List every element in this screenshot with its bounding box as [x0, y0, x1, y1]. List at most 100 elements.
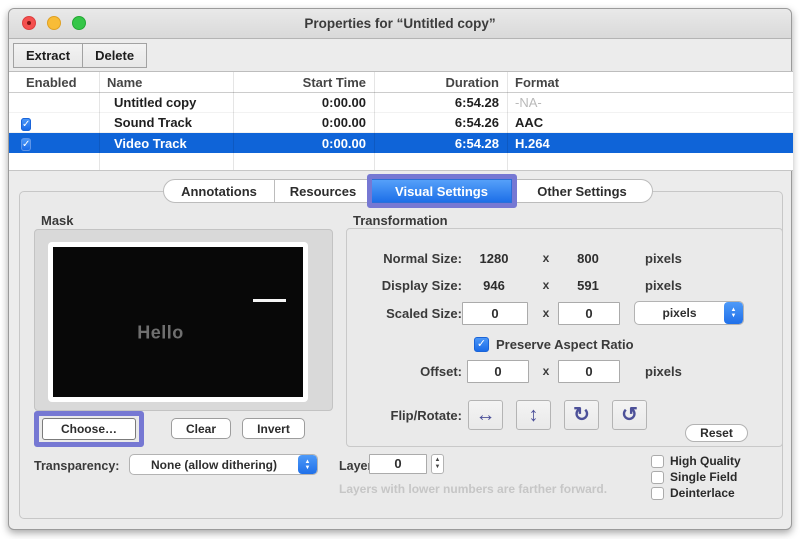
display-size-label: Display Size: [381, 278, 462, 293]
duration: 6:54.28 [454, 95, 499, 110]
transparency-dropdown[interactable]: None (allow dithering) ▲ ▼ [129, 454, 318, 475]
dropdown-stepper-icon: ▲ ▼ [298, 455, 317, 474]
flip-rotate-label: Flip/Rotate: [390, 408, 463, 423]
invert-button[interactable]: Invert [242, 418, 305, 439]
enabled-checkbox[interactable]: ✓ [21, 117, 32, 131]
mask-section-label: Mask [41, 213, 74, 228]
high-quality-checkbox[interactable] [651, 454, 664, 468]
offset-x-input[interactable]: 0 [467, 360, 529, 383]
size-separator: x [542, 278, 550, 292]
flip-vertical-button[interactable]: ↕ [516, 400, 551, 430]
mask-preview-image: Hello [53, 247, 303, 397]
enabled-checkbox[interactable]: ✓ [21, 138, 32, 151]
duration: 6:54.28 [454, 135, 499, 151]
single-field-option: Single Field [651, 470, 737, 484]
clear-button[interactable]: Clear [171, 418, 231, 439]
size-separator: x [542, 364, 550, 378]
mask-preview-frame: Hello [48, 242, 308, 402]
high-quality-option: High Quality [651, 454, 741, 468]
track-name: Sound Track [114, 115, 193, 130]
flip-vertical-icon: ↕ [528, 404, 539, 426]
scaled-size-unit-dropdown[interactable]: pixels ▲ ▼ [634, 301, 744, 325]
track-table: Enabled Name Start Time Duration Format … [9, 71, 793, 171]
table-header: Enabled Name Start Time Duration Format [9, 72, 793, 93]
display-size-unit: pixels [645, 278, 682, 293]
column-header-format[interactable]: Format [507, 75, 793, 90]
scaled-width-input[interactable]: 0 [462, 302, 528, 325]
rotate-clockwise-button[interactable]: ↻ [564, 400, 599, 430]
table-empty-area [9, 153, 793, 171]
single-field-checkbox[interactable] [651, 470, 664, 484]
format: AAC [515, 115, 544, 130]
transformation-group-box: Normal Size: 1280 x 800 pixels Display S… [346, 228, 783, 447]
table-row-untitled-copy[interactable]: Untitled copy 0:00.00 6:54.28 -NA- [9, 93, 793, 113]
format: -NA- [515, 95, 542, 110]
mask-preview-well: Hello [34, 229, 333, 411]
column-header-start-time[interactable]: Start Time [233, 75, 374, 90]
reset-button[interactable]: Reset [685, 424, 748, 442]
stepper-up-icon: ▲ [434, 457, 441, 463]
tab-resources[interactable]: Resources [275, 179, 372, 203]
properties-window: Properties for “Untitled copy” Extract D… [8, 8, 793, 530]
size-separator: x [542, 306, 550, 320]
preserve-aspect-ratio-label: Preserve Aspect Ratio [496, 337, 634, 352]
normal-size-unit: pixels [645, 251, 682, 266]
display-size-height: 591 [577, 278, 599, 293]
layer-input[interactable]: 0 [369, 454, 427, 474]
stepper-down-icon: ▼ [434, 464, 441, 470]
format: H.264 [515, 135, 550, 151]
table-row-sound-track[interactable]: ✓ Sound Track 0:00.00 6:54.26 AAC [9, 113, 793, 133]
offset-unit: pixels [645, 364, 682, 379]
column-header-enabled[interactable]: Enabled [9, 75, 99, 90]
dropdown-stepper-icon: ▲ ▼ [724, 302, 743, 324]
scaled-size-label: Scaled Size: [386, 306, 462, 321]
transparency-label: Transparency: [34, 459, 120, 473]
column-header-duration[interactable]: Duration [374, 75, 507, 90]
duration: 6:54.26 [454, 115, 499, 130]
track-name: Untitled copy [114, 95, 197, 110]
transparency-value: None (allow dithering) [151, 457, 277, 472]
tab-visual-settings[interactable]: Visual Settings [372, 179, 512, 203]
deinterlace-checkbox[interactable] [651, 486, 664, 500]
tab-other-settings[interactable]: Other Settings [512, 179, 653, 203]
preserve-aspect-ratio-checkbox[interactable]: ✓ [474, 337, 489, 352]
offset-y-input[interactable]: 0 [558, 360, 620, 383]
enabled-cell: ✓ [9, 135, 99, 151]
tab-annotations[interactable]: Annotations [163, 179, 275, 203]
size-separator: x [542, 251, 550, 265]
screen: Properties for “Untitled copy” Extract D… [0, 0, 800, 539]
offset-label: Offset: [420, 364, 462, 379]
normal-size-width: 1280 [479, 251, 509, 266]
delete-button[interactable]: Delete [83, 43, 148, 68]
start-time: 0:00.00 [321, 135, 366, 151]
rotate-counterclockwise-icon: ↺ [621, 404, 638, 426]
deinterlace-label: Deinterlace [670, 486, 735, 500]
flip-horizontal-icon: ↔ [475, 404, 496, 426]
normal-size-height: 800 [577, 251, 599, 266]
scaled-height-input[interactable]: 0 [558, 302, 620, 325]
window-title: Properties for “Untitled copy” [304, 16, 496, 31]
column-header-name[interactable]: Name [99, 75, 233, 90]
rotate-clockwise-icon: ↻ [573, 404, 590, 426]
mask-preview-dash [253, 299, 286, 302]
table-row-video-track-selected[interactable]: ✓ Video Track 0:00.00 6:54.28 H.264 [9, 133, 793, 153]
single-field-label: Single Field [670, 470, 738, 484]
enabled-cell: ✓ [9, 115, 99, 131]
transformation-section-label: Transformation [353, 213, 448, 228]
flip-horizontal-button[interactable]: ↔ [468, 400, 503, 430]
high-quality-label: High Quality [670, 454, 741, 468]
normal-size-label: Normal Size: [383, 251, 462, 266]
track-name: Video Track [114, 135, 187, 151]
extract-button[interactable]: Extract [13, 43, 84, 68]
rotate-counterclockwise-button[interactable]: ↺ [612, 400, 647, 430]
mask-preview-text: Hello [137, 322, 184, 342]
choose-button[interactable]: Choose… [42, 418, 136, 440]
toolbar: Extract Delete [13, 43, 148, 68]
scaled-size-unit-value: pixels [662, 306, 697, 320]
title-bar: Properties for “Untitled copy” [9, 9, 791, 39]
layer-hint-text: Layers with lower numbers are farther fo… [339, 482, 608, 496]
layer-stepper[interactable]: ▲ ▼ [431, 454, 444, 474]
start-time: 0:00.00 [321, 95, 366, 110]
start-time: 0:00.00 [321, 115, 366, 130]
display-size-width: 946 [483, 278, 505, 293]
